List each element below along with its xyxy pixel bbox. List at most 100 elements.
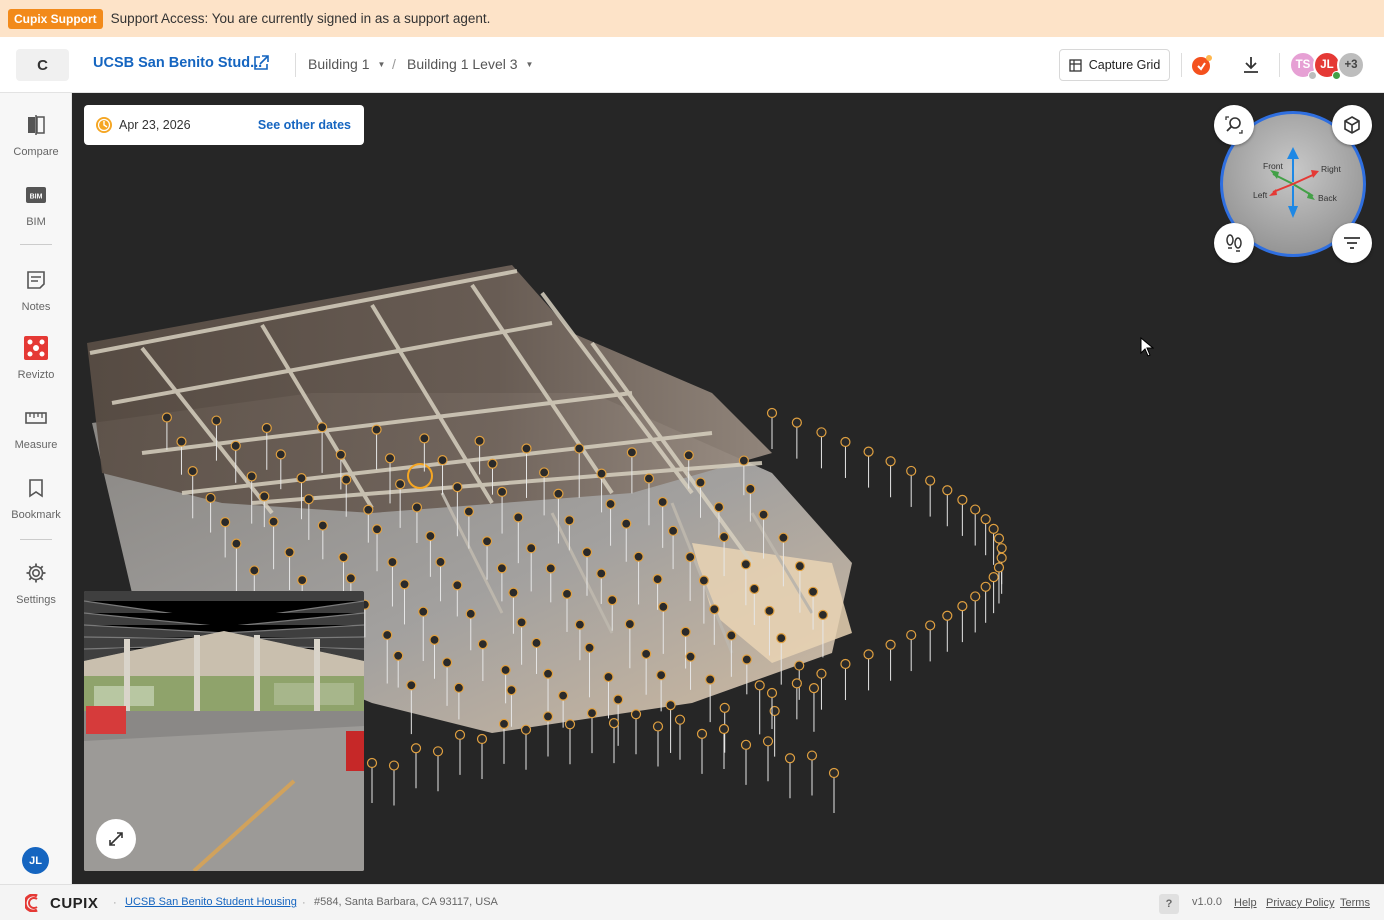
capture-point[interactable] bbox=[740, 739, 752, 750]
capture-grid-button[interactable]: Capture Grid bbox=[1059, 49, 1170, 81]
capture-point[interactable] bbox=[840, 436, 851, 448]
capture-point[interactable] bbox=[297, 575, 308, 586]
capture-point[interactable] bbox=[925, 475, 936, 486]
notification-icon[interactable] bbox=[1190, 53, 1214, 77]
capture-point[interactable] bbox=[335, 449, 346, 460]
capture-point[interactable] bbox=[463, 506, 474, 517]
capture-point[interactable] bbox=[828, 767, 840, 779]
capture-point[interactable] bbox=[574, 443, 585, 454]
download-icon[interactable] bbox=[1239, 53, 1263, 77]
capture-point[interactable] bbox=[741, 654, 752, 665]
capture-point[interactable] bbox=[656, 670, 667, 681]
capture-point[interactable] bbox=[885, 456, 896, 467]
capture-point[interactable] bbox=[406, 680, 417, 691]
capture-point[interactable] bbox=[410, 743, 422, 754]
capture-point[interactable] bbox=[784, 753, 796, 764]
capture-point[interactable] bbox=[561, 588, 573, 599]
capture-point[interactable] bbox=[211, 415, 222, 426]
3d-viewer[interactable]: Apr 23, 2026 See other dates Front Right… bbox=[72, 93, 1384, 884]
capture-point[interactable] bbox=[521, 443, 532, 454]
capture-point[interactable] bbox=[603, 671, 614, 683]
capture-point[interactable] bbox=[863, 649, 874, 660]
capture-point[interactable] bbox=[564, 515, 575, 526]
capture-point[interactable] bbox=[698, 575, 709, 586]
panorama-preview[interactable] bbox=[84, 591, 364, 871]
capture-point[interactable] bbox=[957, 494, 968, 505]
capture-point[interactable] bbox=[513, 512, 524, 523]
capture-point[interactable] bbox=[586, 708, 598, 719]
capture-point[interactable] bbox=[807, 586, 819, 597]
capture-point[interactable] bbox=[726, 630, 737, 641]
expand-button[interactable] bbox=[96, 819, 136, 859]
capture-point[interactable] bbox=[176, 436, 187, 447]
capture-point[interactable] bbox=[418, 606, 429, 617]
capture-point[interactable] bbox=[794, 560, 805, 572]
capture-point[interactable] bbox=[652, 574, 663, 585]
sidebar-item-compare[interactable]: Compare bbox=[0, 113, 72, 173]
capture-point[interactable] bbox=[454, 729, 466, 740]
capture-point[interactable] bbox=[738, 455, 749, 466]
footer-privacy-link[interactable]: Privacy Policy bbox=[1266, 897, 1334, 909]
capture-point[interactable] bbox=[713, 502, 725, 513]
capture-point[interactable] bbox=[382, 629, 393, 641]
capture-point[interactable] bbox=[317, 520, 328, 531]
capture-point[interactable] bbox=[246, 471, 257, 482]
capture-point[interactable] bbox=[817, 609, 829, 620]
project-name[interactable]: UCSB San Benito Stud... bbox=[93, 55, 262, 71]
capture-point[interactable] bbox=[762, 736, 774, 747]
capture-point[interactable] bbox=[624, 618, 635, 630]
capture-point[interactable] bbox=[791, 678, 802, 689]
avatar-more[interactable]: +3 bbox=[1337, 51, 1365, 79]
capture-point[interactable] bbox=[581, 547, 593, 558]
walk-mode-button[interactable] bbox=[1214, 223, 1254, 263]
capture-point[interactable] bbox=[705, 674, 716, 685]
capture-point[interactable] bbox=[564, 719, 576, 730]
capture-point[interactable] bbox=[942, 610, 953, 621]
capture-point[interactable] bbox=[626, 447, 637, 458]
capture-point[interactable] bbox=[435, 556, 446, 568]
capture-point[interactable] bbox=[970, 591, 981, 602]
capture-point[interactable] bbox=[769, 705, 780, 717]
capture-point[interactable] bbox=[531, 637, 542, 649]
capture-point[interactable] bbox=[366, 757, 378, 769]
capture-point[interactable] bbox=[574, 619, 586, 630]
capture-point[interactable] bbox=[465, 608, 476, 619]
capture-point[interactable] bbox=[419, 433, 430, 444]
footer-help-link[interactable]: Help bbox=[1234, 897, 1257, 909]
sidebar-item-bim[interactable]: BIM BIM bbox=[0, 183, 72, 243]
capture-point[interactable] bbox=[363, 504, 374, 515]
capture-point[interactable] bbox=[231, 538, 242, 549]
capture-point[interactable] bbox=[539, 467, 550, 478]
capture-point[interactable] bbox=[776, 633, 787, 644]
capture-point[interactable] bbox=[633, 551, 644, 562]
capture-point[interactable] bbox=[411, 502, 423, 513]
capture-point[interactable] bbox=[387, 556, 398, 568]
capture-point[interactable] bbox=[988, 572, 999, 583]
capture-point[interactable] bbox=[778, 532, 789, 543]
capture-point[interactable] bbox=[437, 454, 448, 466]
capture-point[interactable] bbox=[718, 723, 730, 735]
capture-point[interactable] bbox=[641, 648, 652, 660]
capture-point[interactable] bbox=[749, 583, 760, 595]
capture-point[interactable] bbox=[500, 664, 511, 676]
capture-point[interactable] bbox=[584, 642, 595, 653]
capture-point[interactable] bbox=[477, 639, 488, 650]
external-link-icon[interactable] bbox=[252, 54, 270, 72]
capture-point[interactable] bbox=[816, 427, 827, 438]
capture-point[interactable] bbox=[481, 536, 493, 547]
see-other-dates-link[interactable]: See other dates bbox=[258, 118, 351, 132]
capture-point[interactable] bbox=[806, 750, 818, 761]
capture-point[interactable] bbox=[205, 492, 216, 504]
capture-point[interactable] bbox=[395, 479, 406, 490]
user-avatar[interactable]: JL bbox=[22, 847, 49, 874]
capture-point[interactable] bbox=[695, 477, 706, 488]
sidebar-item-bookmark[interactable]: Bookmark bbox=[0, 476, 72, 536]
capture-point[interactable] bbox=[341, 474, 352, 485]
capture-point[interactable] bbox=[161, 412, 173, 423]
capture-point[interactable] bbox=[630, 709, 642, 720]
capture-point[interactable] bbox=[542, 668, 554, 679]
capture-point[interactable] bbox=[685, 651, 696, 662]
capture-point[interactable] bbox=[516, 617, 527, 628]
capture-point[interactable] bbox=[758, 509, 769, 520]
capture-point[interactable] bbox=[520, 724, 532, 735]
